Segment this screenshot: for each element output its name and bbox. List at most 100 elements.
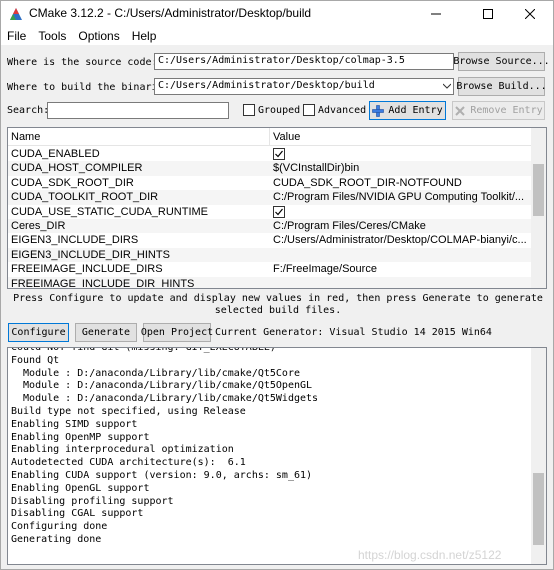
row-name: CUDA_ENABLED — [11, 148, 100, 160]
build-label: Where to build the binaries: — [7, 82, 176, 93]
browse-source-button[interactable]: Browse Source... — [453, 52, 550, 71]
cmake-logo-icon — [10, 8, 22, 20]
log-line: Found Qt — [11, 354, 60, 366]
checkmark-icon — [275, 150, 283, 158]
row-name: Ceres_DIR — [11, 219, 66, 232]
title-bar[interactable]: CMake 3.12.2 - C:/Users/Administrator/De… — [1, 1, 553, 27]
row-name: EIGEN3_INCLUDE_DIR_HINTS — [11, 248, 170, 261]
plus-icon — [372, 104, 385, 117]
row-value[interactable] — [270, 205, 532, 219]
row-value[interactable]: C:/Users/Administrator/Desktop/COLMAP-bi… — [270, 233, 532, 247]
add-entry-label: Add Entry — [388, 105, 443, 116]
remove-icon — [455, 105, 466, 116]
log-scrollbar-thumb[interactable] — [533, 473, 544, 545]
log-line: Module : D:/anaconda/Library/lib/cmake/Q… — [11, 367, 300, 379]
log-line: Generating done — [11, 533, 102, 545]
search-input[interactable] — [47, 102, 229, 119]
advanced-checkbox[interactable] — [303, 104, 315, 116]
row-value[interactable] — [270, 248, 532, 262]
cache-table[interactable]: Name Value CUDA_ENABLED CUDA_HOST_COMPILE… — [7, 127, 547, 289]
row-value[interactable]: C:/Program Files/Ceres/CMake — [270, 219, 532, 233]
row-name: FREEIMAGE_INCLUDE_DIRS — [11, 263, 163, 276]
open-project-button[interactable]: Open Project — [141, 323, 213, 342]
log-line: Could NOT find Git (missing: GIT_EXECUTA… — [11, 347, 276, 353]
chevron-down-icon[interactable] — [443, 83, 451, 89]
minimize-icon — [431, 13, 441, 15]
checkmark-icon — [275, 208, 283, 215]
log-lines: Could NOT find Git (missing: GIT_EXECUTA… — [11, 347, 319, 547]
row-name: CUDA_HOST_COMPILER — [11, 162, 143, 175]
generate-button[interactable]: Generate — [75, 323, 137, 342]
advanced-option[interactable]: Advanced — [303, 104, 366, 116]
menu-tools[interactable]: Tools — [32, 27, 72, 45]
row-name: CUDA_TOOLKIT_ROOT_DIR — [11, 191, 159, 204]
table-row[interactable]: CUDA_SDK_ROOT_DIR CUDA_SDK_ROOT_DIR-NOTFO… — [8, 176, 532, 190]
table-row[interactable]: CUDA_HOST_COMPILER $(VCInstallDir)bin — [8, 161, 532, 176]
remove-entry-label: Remove Entry — [470, 105, 543, 116]
table-row[interactable]: CUDA_USE_STATIC_CUDA_RUNTIME — [8, 205, 532, 219]
menu-file[interactable]: File — [1, 27, 32, 45]
table-row[interactable]: CUDA_ENABLED — [8, 147, 532, 161]
table-row[interactable]: EIGEN3_INCLUDE_DIR_HINTS — [8, 247, 532, 263]
log-scrollbar[interactable] — [531, 348, 546, 564]
log-line: Enabling OpenGL support — [11, 482, 150, 494]
row-name: CUDA_SDK_ROOT_DIR — [11, 176, 134, 189]
add-entry-button[interactable]: Add Entry — [369, 101, 446, 120]
row-value[interactable]: CUDA_SDK_ROOT_DIR-NOTFOUND — [270, 176, 532, 190]
row-value[interactable] — [270, 277, 532, 288]
row-value[interactable]: C:/Program Files/NVIDIA GPU Computing To… — [270, 190, 532, 204]
row-value-checkbox[interactable] — [273, 148, 285, 160]
maximize-button[interactable] — [465, 1, 511, 27]
maximize-icon — [483, 9, 493, 19]
browse-build-button[interactable]: Browse Build... — [456, 77, 547, 96]
search-label: Search: — [7, 105, 50, 116]
row-name: CUDA_USE_STATIC_CUDA_RUNTIME — [11, 205, 209, 218]
cmake-window: CMake 3.12.2 - C:/Users/Administrator/De… — [0, 0, 554, 570]
column-header-value[interactable]: Value — [270, 128, 303, 146]
grouped-checkbox[interactable] — [243, 104, 255, 116]
source-label: Where is the source code: — [7, 57, 158, 68]
table-scrollbar[interactable] — [531, 128, 546, 288]
log-line: Module : D:/anaconda/Library/lib/cmake/Q… — [11, 393, 319, 405]
table-rows: CUDA_ENABLED CUDA_HOST_COMPILER $(VCInstal… — [8, 147, 532, 289]
status-message: Press Configure to update and display ne… — [13, 293, 543, 316]
menu-bar: File Tools Options Help — [1, 27, 553, 45]
menu-options[interactable]: Options — [72, 27, 125, 45]
log-line: Disabling CGAL support — [11, 508, 144, 520]
configure-button[interactable]: Configure — [8, 323, 69, 342]
log-line: Module : D:/anaconda/Library/lib/cmake/Q… — [11, 380, 313, 392]
grouped-label: Grouped — [258, 104, 301, 116]
advanced-label: Advanced — [318, 104, 367, 116]
log-line: Autodetected CUDA architecture(s): 6.1 — [11, 457, 246, 469]
menu-help[interactable]: Help — [126, 27, 163, 45]
output-log[interactable]: Could NOT find Git (missing: GIT_EXECUTA… — [7, 347, 547, 565]
column-header-name[interactable]: Name — [8, 128, 270, 146]
table-scrollbar-thumb[interactable] — [533, 164, 544, 216]
window-title: CMake 3.12.2 - C:/Users/Administrator/De… — [29, 6, 312, 20]
grouped-option[interactable]: Grouped — [243, 104, 300, 116]
close-button[interactable] — [507, 1, 553, 27]
row-value[interactable]: $(VCInstallDir)bin — [270, 161, 532, 175]
table-row[interactable]: EIGEN3_INCLUDE_DIRS C:/Users/Administrato… — [8, 233, 532, 247]
close-icon — [525, 9, 535, 19]
build-path-combo[interactable]: C:/Users/Administrator/Desktop/build — [154, 78, 454, 95]
watermark-text: https://blog.csdn.net/z5122 — [358, 548, 502, 562]
row-value[interactable] — [270, 147, 532, 161]
row-value-checkbox[interactable] — [273, 205, 285, 218]
table-row[interactable]: FREEIMAGE_INCLUDE_DIRS F:/FreeImage/Sourc… — [8, 262, 532, 276]
log-line: Configuring done — [11, 521, 108, 533]
table-row[interactable]: Ceres_DIR C:/Program Files/Ceres/CMake — [8, 218, 532, 234]
log-line: Disabling profiling support — [11, 495, 174, 507]
row-name: FREEIMAGE_INCLUDE_DIR_HINTS — [11, 277, 195, 289]
log-line: Enabling CUDA support (version: 9.0, arc… — [11, 469, 313, 481]
log-line: Enabling OpenMP support — [11, 431, 150, 443]
table-row[interactable]: CUDA_TOOLKIT_ROOT_DIR C:/Program Files/NV… — [8, 190, 532, 205]
log-line: Enabling interprocedural optimization — [11, 444, 234, 456]
source-path-field[interactable]: C:/Users/Administrator/Desktop/colmap-3.… — [154, 53, 454, 70]
minimize-button[interactable] — [413, 1, 459, 27]
log-line: Enabling SIMD support — [11, 418, 138, 430]
remove-entry-button[interactable]: Remove Entry — [452, 101, 545, 120]
build-path-value: C:/Users/Administrator/Desktop/build — [158, 80, 375, 91]
table-row[interactable]: FREEIMAGE_INCLUDE_DIR_HINTS — [8, 276, 532, 289]
row-value[interactable]: F:/FreeImage/Source — [270, 262, 532, 276]
